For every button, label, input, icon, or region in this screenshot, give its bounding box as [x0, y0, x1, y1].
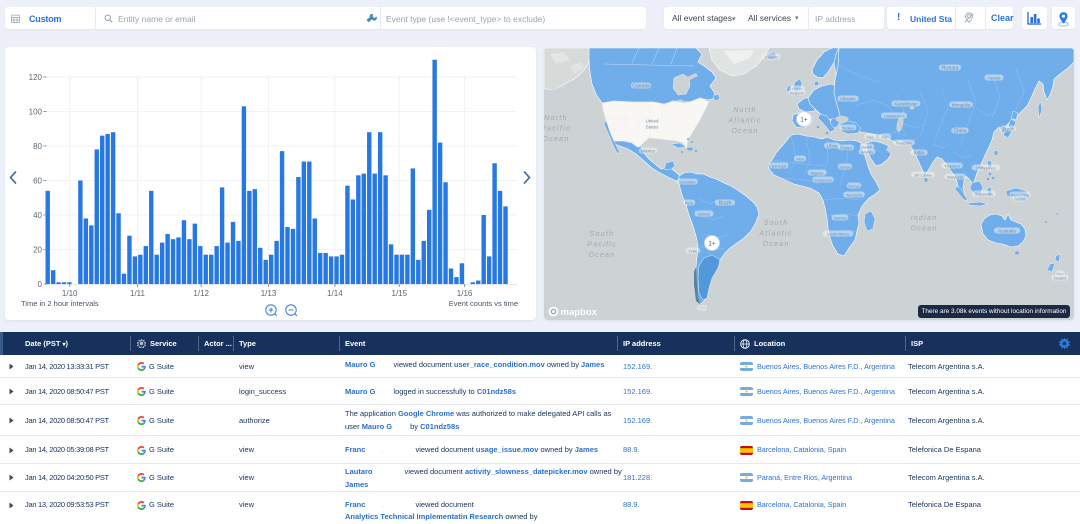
svg-text:Kazakhstan: Kazakhstan: [894, 102, 918, 107]
svg-text:Yakutia: Yakutia: [987, 76, 1001, 81]
svg-text:Arabia: Arabia: [861, 150, 873, 155]
svg-text:Chile: Chile: [688, 249, 698, 254]
svg-text:Brazil: Brazil: [719, 201, 732, 207]
svg-text:1/16: 1/16: [457, 289, 473, 298]
svg-text:Australia: Australia: [998, 229, 1016, 234]
svg-text:20: 20: [33, 245, 42, 254]
svg-text:Pakistan: Pakistan: [896, 141, 911, 146]
svg-text:Kingdom: Kingdom: [790, 92, 804, 96]
svg-text:Japan: Japan: [1002, 127, 1015, 132]
svg-text:1+: 1+: [708, 241, 716, 248]
svg-text:Mexico: Mexico: [641, 149, 656, 154]
svg-text:Mali: Mali: [796, 157, 803, 162]
svg-text:Iraq: Iraq: [867, 135, 874, 140]
svg-text:Russia: Russia: [942, 66, 960, 72]
svg-text:Indonesia: Indonesia: [975, 192, 993, 197]
svg-text:Sri Lanka: Sri Lanka: [915, 173, 933, 178]
svg-text:mapbox: mapbox: [561, 307, 598, 317]
svg-text:Pacific: Pacific: [544, 126, 571, 133]
svg-text:Ocean: Ocean: [731, 128, 758, 135]
svg-text:South: South: [590, 231, 615, 238]
svg-text:100: 100: [29, 107, 43, 116]
svg-text:Libya: Libya: [827, 144, 838, 149]
svg-text:Kenya: Kenya: [848, 184, 860, 189]
svg-text:1/14: 1/14: [327, 289, 343, 298]
svg-text:Tanzania: Tanzania: [846, 193, 863, 198]
svg-text:0: 0: [38, 280, 43, 289]
svg-text:Ocean: Ocean: [588, 252, 615, 259]
svg-text:China: China: [953, 129, 966, 135]
svg-text:1/11: 1/11: [130, 289, 146, 298]
svg-text:India: India: [914, 151, 925, 157]
svg-text:Iran: Iran: [882, 135, 889, 140]
svg-text:Peru: Peru: [685, 201, 693, 206]
svg-text:Malaysia: Malaysia: [947, 175, 964, 180]
svg-text:Zambia: Zambia: [833, 216, 847, 221]
svg-text:Canada: Canada: [632, 84, 650, 90]
svg-text:120: 120: [29, 73, 43, 82]
svg-text:Bolivia: Bolivia: [698, 212, 711, 217]
svg-text:Philippines: Philippines: [976, 166, 995, 171]
svg-text:Zealand: Zealand: [1054, 277, 1067, 281]
svg-text:Turkey: Turkey: [842, 126, 854, 131]
svg-text:Uzbekistan: Uzbekistan: [884, 114, 904, 119]
svg-text:South Africa: South Africa: [827, 232, 849, 237]
svg-text:Nigeria: Nigeria: [811, 171, 824, 176]
svg-text:Ocean: Ocean: [762, 241, 789, 248]
svg-text:North: North: [544, 115, 568, 122]
svg-text:Ocean: Ocean: [544, 136, 570, 143]
svg-text:Indian: Indian: [911, 215, 938, 222]
svg-text:Senegal: Senegal: [772, 164, 787, 169]
svg-text:Ocean: Ocean: [910, 226, 937, 233]
svg-text:1+: 1+: [800, 117, 808, 124]
svg-text:Sudan: Sudan: [839, 165, 851, 170]
svg-text:North: North: [733, 107, 757, 114]
svg-text:Pacific: Pacific: [587, 242, 617, 249]
svg-text:Iceland: Iceland: [765, 55, 778, 60]
svg-text:States: States: [646, 125, 660, 130]
svg-text:60: 60: [33, 176, 42, 185]
svg-text:Cameroon: Cameroon: [814, 178, 833, 183]
svg-text:South: South: [764, 220, 789, 227]
svg-text:80: 80: [33, 142, 42, 151]
svg-text:Atlantic: Atlantic: [727, 118, 761, 125]
svg-text:Atlantic: Atlantic: [758, 231, 792, 238]
svg-text:1/10: 1/10: [62, 289, 78, 298]
svg-text:40: 40: [33, 211, 42, 220]
svg-text:1/13: 1/13: [261, 289, 277, 298]
svg-text:1/12: 1/12: [193, 289, 209, 298]
svg-text:Thailand: Thailand: [944, 164, 959, 169]
svg-text:Guinea: Guinea: [1014, 198, 1025, 202]
svg-text:Mongolia: Mongolia: [952, 103, 971, 108]
svg-text:United: United: [645, 119, 659, 124]
svg-text:1/15: 1/15: [392, 289, 408, 298]
svg-text:Colombia: Colombia: [679, 180, 697, 185]
svg-text:Ukraine: Ukraine: [840, 97, 856, 102]
svg-text:Egypt: Egypt: [840, 146, 852, 151]
